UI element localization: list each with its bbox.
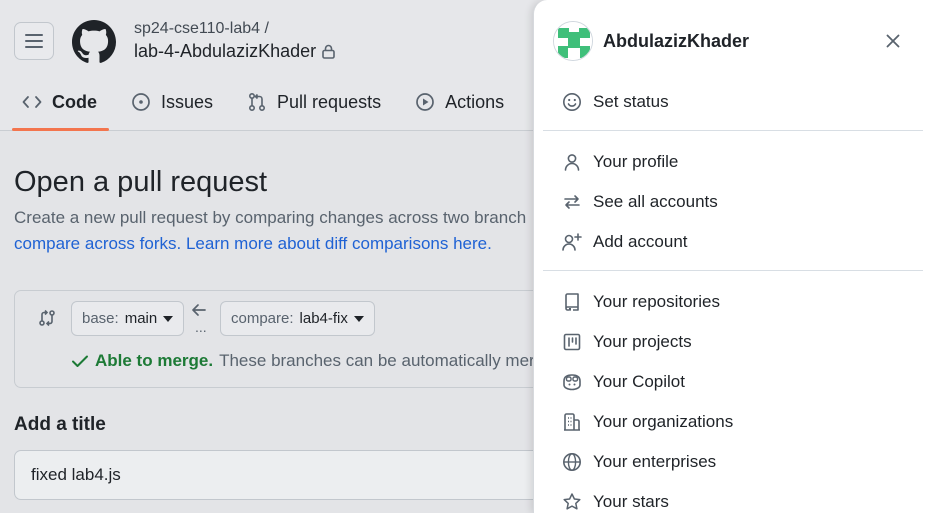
code-icon	[22, 96, 42, 108]
base-value: main	[124, 310, 158, 327]
avatar	[553, 21, 593, 61]
compare-box: base: main ... compare: lab4-fix Able to…	[14, 290, 574, 388]
tab-code-label: Code	[52, 91, 97, 112]
tab-pull-requests[interactable]: Pull requests	[225, 80, 393, 124]
menu-item-your-profile[interactable]: Your profile	[561, 144, 678, 180]
description-text: Create a new pull request by comparing c…	[14, 208, 527, 227]
add-title-label: Add a title	[14, 414, 106, 435]
tab-actions-label: Actions	[445, 91, 505, 112]
menu-item-label: See all accounts	[593, 192, 718, 211]
learn-more-link[interactable]: Learn more about diff comparisons here.	[186, 234, 492, 253]
copilot-icon	[561, 371, 583, 393]
menu-item-your-repositories[interactable]: Your repositories	[561, 284, 720, 320]
page-description: Create a new pull request by comparing c…	[14, 205, 574, 257]
menu-item-your-stars[interactable]: Your stars	[561, 484, 669, 513]
merge-ok-text: Able to merge.	[95, 351, 214, 370]
close-icon	[886, 34, 900, 48]
menu-item-your-enterprises[interactable]: Your enterprises	[561, 444, 716, 480]
menu-item-set-status[interactable]: Set status	[561, 84, 669, 120]
person-icon	[561, 151, 583, 173]
tab-actions[interactable]: Actions	[393, 80, 516, 124]
issue-icon	[132, 93, 150, 111]
arrow-left-icon	[192, 304, 206, 316]
pr-title-input[interactable]: fixed lab4.js	[14, 450, 574, 500]
compare-prefix: compare:	[231, 310, 294, 327]
arrow-switch-icon	[561, 191, 583, 213]
play-icon	[416, 93, 434, 111]
user-menu-header: AbdulazizKhader	[534, 0, 932, 82]
username: AbdulazizKhader	[603, 31, 750, 51]
user-menu-panel: AbdulazizKhader Set status Your profile …	[533, 0, 932, 513]
menu-divider	[543, 130, 923, 131]
ellipsis: ...	[195, 319, 207, 335]
menu-item-add-account[interactable]: Add account	[561, 224, 688, 260]
base-branch-select[interactable]: base: main	[71, 301, 185, 336]
hamburger-icon	[25, 34, 43, 48]
smiley-icon	[561, 91, 583, 113]
caret-down-icon	[353, 315, 364, 322]
tab-issues[interactable]: Issues	[109, 80, 225, 124]
check-icon	[72, 355, 88, 367]
globe-icon	[561, 451, 583, 473]
repo-tabs: Code Issues Pull requests Actions	[0, 80, 570, 131]
git-compare-icon	[39, 309, 55, 327]
organization-icon	[561, 411, 583, 433]
identicon-icon	[554, 22, 592, 60]
tab-code[interactable]: Code	[0, 80, 109, 131]
github-logo-icon[interactable]	[72, 20, 116, 64]
tab-issues-label: Issues	[161, 91, 214, 112]
project-icon	[561, 331, 583, 353]
menu-item-see-all-accounts[interactable]: See all accounts	[561, 184, 718, 220]
base-prefix: base:	[82, 310, 119, 327]
caret-down-icon	[163, 315, 174, 322]
menu-item-your-copilot[interactable]: Your Copilot	[561, 364, 685, 400]
menu-item-label: Your organizations	[593, 412, 734, 431]
pull-request-icon	[249, 92, 266, 112]
menu-item-label: Your Copilot	[593, 372, 685, 391]
menu-divider	[543, 270, 923, 271]
merge-status: Able to merge. These branches can be aut…	[71, 351, 535, 371]
star-icon	[561, 491, 583, 513]
menu-item-your-projects[interactable]: Your projects	[561, 324, 692, 360]
menu-item-label: Add account	[593, 232, 688, 251]
menu-item-label: Your repositories	[593, 292, 720, 311]
compare-forks-link[interactable]: compare across forks.	[14, 234, 181, 253]
menu-item-your-organizations[interactable]: Your organizations	[561, 404, 733, 440]
tab-pull-requests-label: Pull requests	[277, 91, 382, 112]
menu-item-label: Your projects	[593, 332, 692, 351]
repo-name[interactable]: lab-4-AbdulazizKhader	[134, 41, 335, 62]
main-content: Open a pull request Create a new pull re…	[14, 166, 574, 257]
menu-item-label: Your stars	[593, 492, 669, 511]
person-add-icon	[561, 231, 583, 253]
repo-icon	[561, 291, 583, 313]
compare-value: lab4-fix	[299, 310, 348, 327]
compare-branch-select[interactable]: compare: lab4-fix	[220, 301, 375, 336]
lock-icon	[322, 44, 335, 59]
repo-owner-link[interactable]: sp24-cse110-lab4 /	[134, 20, 269, 38]
merge-detail-text: These branches can be automatically mer	[219, 351, 535, 370]
menu-item-label: Set status	[593, 92, 669, 111]
close-button[interactable]	[882, 30, 904, 52]
menu-item-label: Your enterprises	[593, 452, 717, 471]
menu-item-label: Your profile	[593, 152, 679, 171]
hamburger-menu-button[interactable]	[14, 22, 54, 60]
repo-name-text[interactable]: lab-4-AbdulazizKhader	[134, 41, 316, 62]
page-title: Open a pull request	[14, 166, 268, 198]
